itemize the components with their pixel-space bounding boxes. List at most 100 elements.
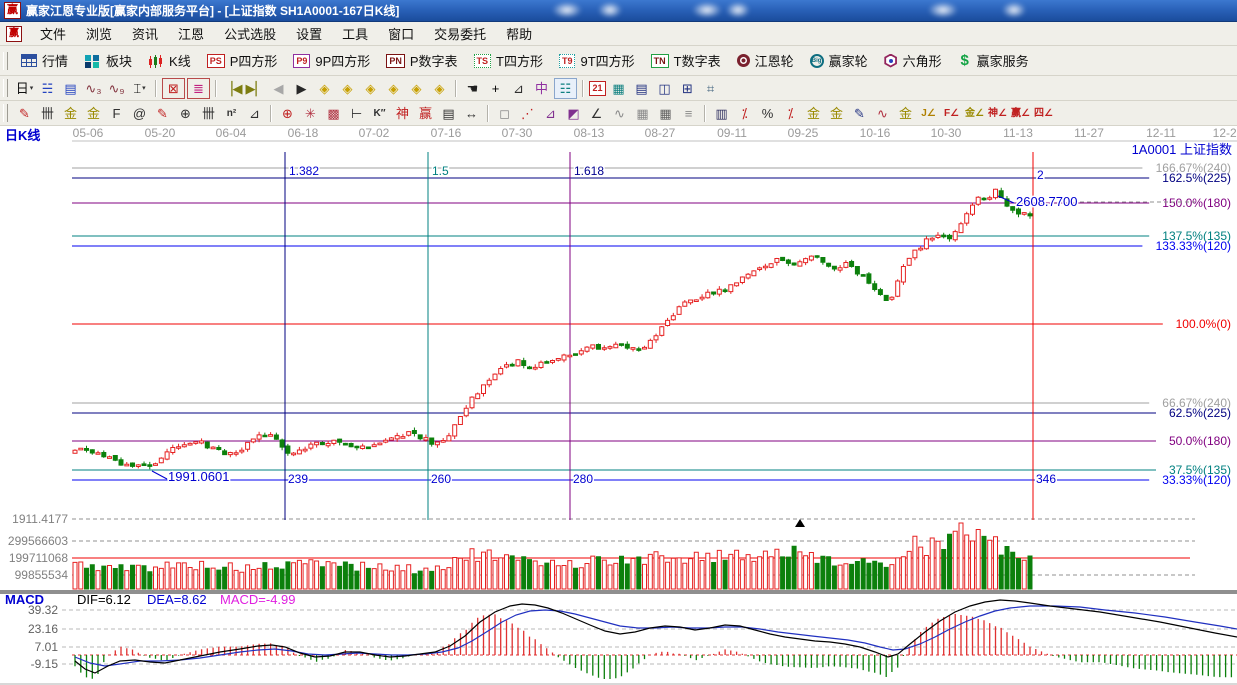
percent-slash-icon[interactable]: ⁒ (734, 104, 755, 123)
menu-trade-order[interactable]: 交易委托 (424, 22, 496, 45)
angle-measure-icon[interactable]: ⊿ (508, 79, 529, 98)
gann-level-label: 50.0%(180) (1169, 434, 1231, 448)
percent-line-icon[interactable]: ⁒ (780, 104, 801, 123)
target-icon[interactable]: ⊕ (277, 104, 298, 123)
grid-tool-icon[interactable]: ▦ (632, 104, 653, 123)
info-notes-icon[interactable]: ▤ (60, 79, 81, 98)
toolbar-item-t-square[interactable]: TST四方形 (474, 51, 543, 70)
diamond-right-icon[interactable]: ◈ (337, 79, 358, 98)
first-page-icon[interactable]: ▕◀ (222, 79, 243, 98)
next-page-icon[interactable]: ▶ (291, 79, 312, 98)
web-red-icon[interactable]: ✳ (300, 104, 321, 123)
f-ruler-icon[interactable]: F (106, 104, 127, 123)
toolbar-item-kline[interactable]: K线 (148, 51, 191, 70)
slant-lines-icon[interactable]: ≡ (678, 104, 699, 123)
diamond-up-icon[interactable]: ◈ (360, 79, 381, 98)
diamond-all-icon[interactable]: ◈ (429, 79, 450, 98)
web-square-icon[interactable]: ▩ (323, 104, 344, 123)
gold-line2-icon[interactable]: 金 (895, 104, 916, 123)
toolbar-item-t-number-table[interactable]: TNT数字表 (651, 51, 721, 70)
chart-area[interactable]: 日K线05-0605-2006-0406-1807-0207-1607-3008… (0, 126, 1237, 685)
period-selector[interactable]: 日 (14, 79, 35, 98)
gold-angle-icon[interactable]: 金∠ (964, 104, 985, 123)
last-page-icon[interactable]: ▶▏ (245, 79, 266, 98)
grid-tool2-icon[interactable]: ▦ (655, 104, 676, 123)
span-measure-icon[interactable]: ⊢ (346, 104, 367, 123)
calendar-icon[interactable]: 21 (589, 81, 606, 96)
toolbar-item-hexagon[interactable]: 六角形 (884, 51, 942, 70)
angle-ruler-icon[interactable]: ⊿ (244, 104, 265, 123)
toolbar-item-p-square[interactable]: PSP四方形 (207, 51, 278, 70)
wave3-icon[interactable]: ∿₃ (83, 79, 104, 98)
toolbar-item-9p-square[interactable]: P99P四方形 (293, 51, 370, 70)
diamond-plus-icon[interactable]: ◈ (406, 79, 427, 98)
shen-tool-icon[interactable]: 神 (392, 104, 413, 123)
diamond-x-icon[interactable]: ◈ (383, 79, 404, 98)
menu-news[interactable]: 资讯 (122, 22, 168, 45)
kline-chart[interactable]: 日K线05-0605-2006-0406-1807-0207-1607-3008… (0, 126, 1237, 685)
menu-file[interactable]: 文件 (30, 22, 76, 45)
menu-browse[interactable]: 浏览 (76, 22, 122, 45)
f-angle-icon[interactable]: F∠ (941, 104, 962, 123)
ying-angle-icon[interactable]: 赢∠ (1010, 104, 1031, 123)
network-icon[interactable]: ⊞ (677, 79, 698, 98)
printer-icon[interactable]: ⌗ (700, 79, 721, 98)
region-stats-icon[interactable]: ☷ (554, 78, 577, 99)
fan-box-icon[interactable]: ⊿ (540, 104, 561, 123)
save-icon[interactable]: ◫ (654, 79, 675, 98)
zigzag-icon[interactable]: ∿ (609, 104, 630, 123)
gann-shape-icon[interactable]: ⊠ (162, 78, 185, 99)
gold-circle-icon[interactable]: 金 (803, 104, 824, 123)
toolbar-item-p-number-table[interactable]: PNP数字表 (386, 51, 457, 70)
menu-help[interactable]: 帮助 (496, 22, 542, 45)
title-bar[interactable]: 赢 赢家江恩专业版[赢家内部服务平台] - [上证指数 SH1A0001-167… (0, 0, 1237, 22)
k-measure-icon[interactable]: K″ (369, 104, 390, 123)
gold-ruler2-icon[interactable]: 金 (83, 104, 104, 123)
j-angle-icon[interactable]: J∠ (918, 104, 939, 123)
angle-fan-icon[interactable]: ∠ (586, 104, 607, 123)
menu-window[interactable]: 窗口 (378, 22, 424, 45)
toolbar-item-sectors[interactable]: 板块 (84, 51, 132, 70)
width-measure-icon[interactable]: ↔ (461, 104, 482, 123)
colored-report-icon[interactable]: ≣ (187, 78, 210, 99)
spiral-icon[interactable]: @ (129, 104, 150, 123)
toolbar-item-9t-square[interactable]: T99T四方形 (559, 51, 635, 70)
fan-red-icon[interactable]: ⋰ (517, 104, 538, 123)
plain-ruler-icon[interactable]: 卌 (198, 104, 219, 123)
n2-ruler-icon[interactable]: n² (221, 104, 242, 123)
prev-page-icon[interactable]: ◀ (268, 79, 289, 98)
menu-settings[interactable]: 设置 (286, 22, 332, 45)
wave-box-icon[interactable]: ∿ (872, 104, 893, 123)
menu-formula-stock-pick[interactable]: 公式选股 (214, 22, 286, 45)
calculator-icon[interactable]: ▦ (608, 79, 629, 98)
ying-tool-icon[interactable]: 赢 (415, 104, 436, 123)
circle-ruler-icon[interactable]: ⊕ (175, 104, 196, 123)
trend-curve-icon[interactable]: ☵ (37, 79, 58, 98)
ruler123-icon[interactable]: ▤ (438, 104, 459, 123)
memo-icon[interactable]: ▤ (631, 79, 652, 98)
gold-line-icon[interactable]: 金 (826, 104, 847, 123)
toolbar-item-quotes[interactable]: 行情 (21, 51, 68, 70)
wave9-icon[interactable]: ∿₉ (106, 79, 127, 98)
crosshair-icon[interactable]: + (485, 79, 506, 98)
pen-ruler-icon[interactable]: ✎ (152, 104, 173, 123)
hand-icon[interactable]: ☚ (462, 79, 483, 98)
diamond-left-icon[interactable]: ◈ (314, 79, 335, 98)
toolbar-item-gann-wheel[interactable]: 江恩轮 (737, 51, 794, 70)
fan-box2-icon[interactable]: ◩ (563, 104, 584, 123)
percent-icon[interactable]: % (757, 104, 778, 123)
si-angle-icon[interactable]: 四∠ (1033, 104, 1054, 123)
toolbar-item-winner-service[interactable]: $赢家服务 (958, 51, 1029, 70)
menu-tools[interactable]: 工具 (332, 22, 378, 45)
brush-icon[interactable]: ✎ (14, 104, 35, 123)
box-tool-icon[interactable]: ◻ (494, 104, 515, 123)
toolbar-item-winner-wheel[interactable]: Big赢家轮 (810, 51, 868, 70)
gold-ruler-icon[interactable]: 金 (60, 104, 81, 123)
candle-style-icon[interactable]: ⌶ (129, 79, 150, 98)
ruler-icon[interactable]: 卌 (37, 104, 58, 123)
percent-hist-icon[interactable]: ▥ (711, 104, 732, 123)
shen-angle-icon[interactable]: 神∠ (987, 104, 1008, 123)
menu-gann[interactable]: 江恩 (168, 22, 214, 45)
ink-ruler-icon[interactable]: ✎ (849, 104, 870, 123)
gann-tools-icon[interactable]: 中 (531, 79, 552, 98)
